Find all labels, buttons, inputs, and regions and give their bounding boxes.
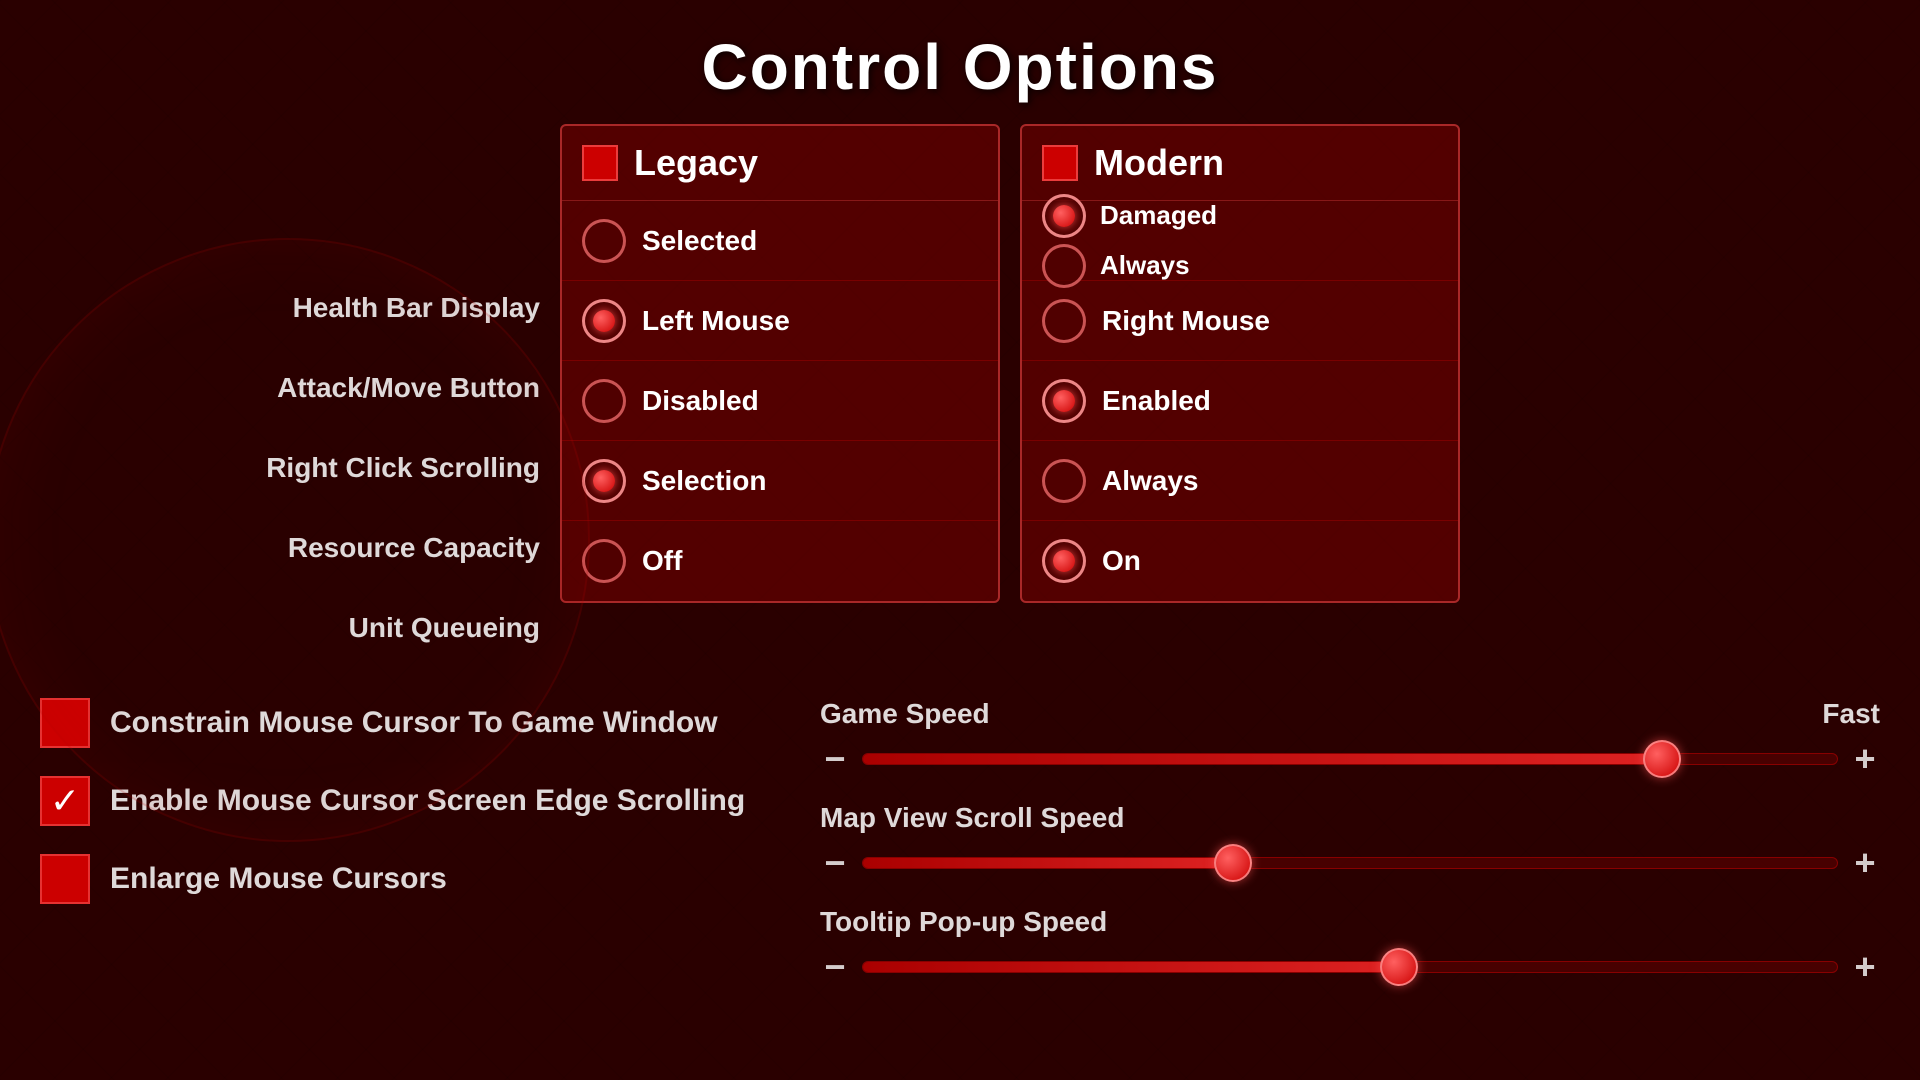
legacy-label-selected: Selected [642, 225, 757, 257]
legacy-label-disabled: Disabled [642, 385, 759, 417]
label-right-click: Right Click Scrolling [40, 428, 560, 508]
modern-radio-enabled[interactable] [1042, 379, 1086, 423]
checkbox-enlarge-label: Enlarge Mouse Cursors [110, 862, 447, 896]
modern-health-row: Damaged Always [1022, 201, 1458, 281]
slider-scrollspeed-label: Map View Scroll Speed [820, 802, 1124, 834]
checkbox-enlarge[interactable] [40, 854, 90, 904]
label-health-bar: Health Bar Display [40, 268, 560, 348]
slider-gamespeed-track[interactable] [862, 753, 1838, 765]
slider-gamespeed-value: Fast [1822, 698, 1880, 730]
slider-scrollspeed-fill [863, 858, 1233, 868]
modern-row-on: On [1022, 521, 1458, 601]
label-resource: Resource Capacity [40, 508, 560, 588]
slider-tooltip-header: Tooltip Pop-up Speed [820, 906, 1880, 938]
modern-radio-rightmouse[interactable] [1042, 299, 1086, 343]
modern-row-rightmouse: Right Mouse [1022, 281, 1458, 361]
legacy-radio-selection[interactable] [582, 459, 626, 503]
slider-scrollspeed-track[interactable] [862, 857, 1838, 869]
slider-tooltip-fill [863, 962, 1399, 972]
slider-scrollspeed-controls: − + [820, 842, 1880, 884]
slider-tooltip-controls: − + [820, 946, 1880, 988]
legacy-panel: Legacy Selected Left Mouse Disabled Sele… [560, 124, 1000, 603]
checkbox-row-constrain: Constrain Mouse Cursor To Game Window [40, 698, 760, 748]
legacy-panel-header: Legacy [562, 126, 998, 201]
slider-gamespeed-minus[interactable]: − [820, 738, 850, 780]
modern-panel: Modern Damaged Always Right Mouse Enable… [1020, 124, 1460, 603]
modern-row-always: Always [1022, 441, 1458, 521]
legacy-label-leftmouse: Left Mouse [642, 305, 790, 337]
legacy-row-disabled: Disabled [562, 361, 998, 441]
modern-radio-always[interactable] [1042, 459, 1086, 503]
slider-tooltip-plus[interactable]: + [1850, 946, 1880, 988]
slider-tooltip-minus[interactable]: − [820, 946, 850, 988]
checkbox-scrolling[interactable]: ✓ [40, 776, 90, 826]
slider-gamespeed-header: Game Speed Fast [820, 698, 1880, 730]
slider-gamespeed-fill [863, 754, 1662, 764]
legacy-icon [582, 145, 618, 181]
modern-label-always: Always [1102, 465, 1199, 497]
slider-tooltip-label: Tooltip Pop-up Speed [820, 906, 1107, 938]
checkbox-row-enlarge: Enlarge Mouse Cursors [40, 854, 760, 904]
page-title: Control Options [0, 0, 1920, 124]
legacy-title: Legacy [634, 142, 758, 184]
slider-gamespeed-label: Game Speed [820, 698, 990, 730]
modern-radio-on[interactable] [1042, 539, 1086, 583]
modern-label-enabled: Enabled [1102, 385, 1211, 417]
checkboxes-section: Constrain Mouse Cursor To Game Window ✓ … [40, 698, 760, 904]
modern-label-rightmouse: Right Mouse [1102, 305, 1270, 337]
modern-label-on: On [1102, 545, 1141, 577]
label-attack-move: Attack/Move Button [40, 348, 560, 428]
modern-label-damaged: Damaged [1100, 200, 1217, 231]
legacy-label-off: Off [642, 545, 682, 577]
checkbox-row-scrolling: ✓ Enable Mouse Cursor Screen Edge Scroll… [40, 776, 760, 826]
legacy-row-selection: Selection [562, 441, 998, 521]
modern-radio-always-health[interactable] [1042, 244, 1086, 288]
legacy-radio-disabled[interactable] [582, 379, 626, 423]
legacy-radio-off[interactable] [582, 539, 626, 583]
slider-scrollspeed-minus[interactable]: − [820, 842, 850, 884]
checkbox-constrain[interactable] [40, 698, 90, 748]
slider-scrollspeed-thumb[interactable] [1214, 844, 1252, 882]
slider-group-gamespeed: Game Speed Fast − + [820, 698, 1880, 780]
legacy-row-leftmouse: Left Mouse [562, 281, 998, 361]
modern-icon [1042, 145, 1078, 181]
checkbox-constrain-label: Constrain Mouse Cursor To Game Window [110, 706, 718, 740]
slider-group-scrollspeed: Map View Scroll Speed − + [820, 802, 1880, 884]
modern-label-always-health: Always [1100, 250, 1190, 281]
slider-tooltip-thumb[interactable] [1380, 948, 1418, 986]
legacy-radio-selected[interactable] [582, 219, 626, 263]
slider-gamespeed-thumb[interactable] [1643, 740, 1681, 778]
legacy-row-selected: Selected [562, 201, 998, 281]
slider-group-tooltip: Tooltip Pop-up Speed − + [820, 906, 1880, 988]
row-labels: Health Bar Display Attack/Move Button Ri… [40, 124, 560, 668]
modern-title: Modern [1094, 142, 1224, 184]
slider-gamespeed-plus[interactable]: + [1850, 738, 1880, 780]
slider-scrollspeed-header: Map View Scroll Speed [820, 802, 1880, 834]
checkbox-scrolling-label: Enable Mouse Cursor Screen Edge Scrollin… [110, 784, 745, 818]
slider-tooltip-track[interactable] [862, 961, 1838, 973]
legacy-row-off: Off [562, 521, 998, 601]
label-unit-queue: Unit Queueing [40, 588, 560, 668]
bottom-section: Constrain Mouse Cursor To Game Window ✓ … [0, 668, 1920, 988]
sliders-section: Game Speed Fast − + Map View Scroll Spee… [820, 698, 1880, 988]
modern-radio-damaged[interactable] [1042, 194, 1086, 238]
modern-row-enabled: Enabled [1022, 361, 1458, 441]
modern-health-always: Always [1042, 244, 1438, 288]
main-options-area: Health Bar Display Attack/Move Button Ri… [0, 124, 1920, 668]
legacy-label-selection: Selection [642, 465, 766, 497]
slider-gamespeed-controls: − + [820, 738, 1880, 780]
legacy-radio-leftmouse[interactable] [582, 299, 626, 343]
modern-health-damaged: Damaged [1042, 194, 1438, 238]
slider-scrollspeed-plus[interactable]: + [1850, 842, 1880, 884]
modern-panel-header: Modern [1022, 126, 1458, 201]
